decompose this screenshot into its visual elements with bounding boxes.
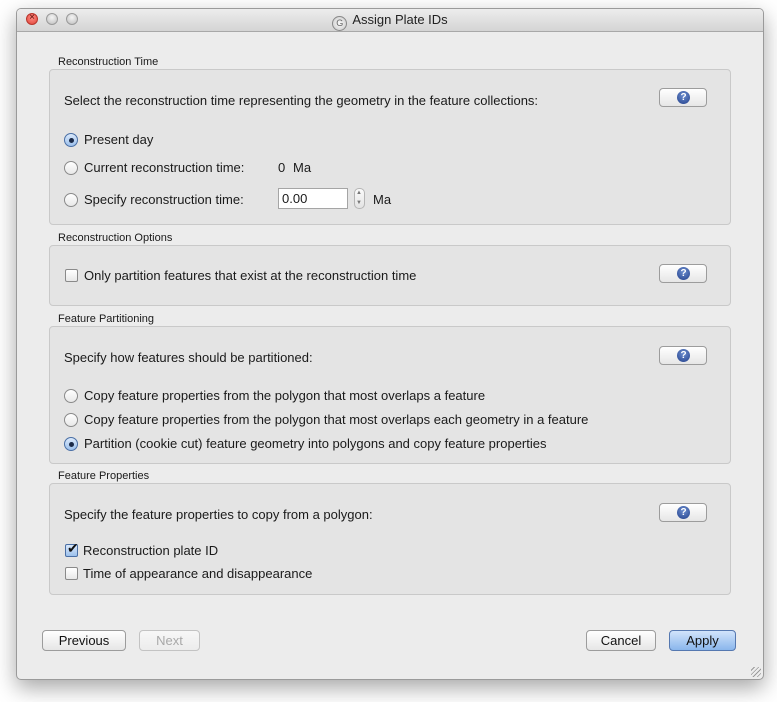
apply-button[interactable]: Apply bbox=[669, 630, 736, 651]
feature-properties-prompt: Specify the feature properties to copy f… bbox=[64, 507, 373, 522]
reconstruction-plate-id-label: Reconstruction plate ID bbox=[83, 543, 219, 558]
specify-reconstruction-time-unit: Ma bbox=[373, 192, 392, 207]
help-icon: ? bbox=[677, 506, 690, 519]
most-overlaps-feature-label: Copy feature properties from the polygon… bbox=[84, 388, 486, 403]
help-icon: ? bbox=[677, 349, 690, 362]
title-bar[interactable]: × G Assign Plate IDs bbox=[17, 9, 763, 32]
specify-reconstruction-time-radio[interactable] bbox=[64, 193, 78, 207]
feature-partitioning-prompt: Specify how features should be partition… bbox=[64, 350, 313, 365]
reconstruction-options-group: Only partition features that exist at th… bbox=[49, 245, 731, 306]
cancel-button[interactable]: Cancel bbox=[586, 630, 656, 651]
cookie-cut-radio[interactable] bbox=[64, 437, 78, 451]
cookie-cut-label: Partition (cookie cut) feature geometry … bbox=[84, 436, 547, 451]
feature-partitioning-help-button[interactable]: ? bbox=[659, 346, 707, 365]
next-button[interactable]: Next bbox=[139, 630, 200, 651]
specify-reconstruction-time-label: Specify reconstruction time: bbox=[84, 192, 244, 207]
feature-properties-help-button[interactable]: ? bbox=[659, 503, 707, 522]
reconstruction-options-label: Reconstruction Options bbox=[58, 232, 173, 244]
feature-properties-label: Feature Properties bbox=[58, 470, 150, 482]
reconstruction-time-group: Select the reconstruction time represent… bbox=[49, 69, 731, 225]
previous-button[interactable]: Previous bbox=[42, 630, 126, 651]
current-reconstruction-time-value: 0 bbox=[278, 160, 286, 175]
current-reconstruction-time-radio[interactable] bbox=[64, 161, 78, 175]
feature-partitioning-label: Feature Partitioning bbox=[58, 313, 154, 325]
most-overlaps-geometry-radio[interactable] bbox=[64, 413, 78, 427]
most-overlaps-feature-radio[interactable] bbox=[64, 389, 78, 403]
feature-partitioning-group: Specify how features should be partition… bbox=[49, 326, 731, 464]
time-of-appearance-checkbox[interactable] bbox=[65, 567, 78, 580]
current-reconstruction-time-label: Current reconstruction time: bbox=[84, 160, 245, 175]
feature-properties-group: Specify the feature properties to copy f… bbox=[49, 483, 731, 595]
stepper-down-icon: ▼ bbox=[356, 200, 362, 206]
reconstruction-time-stepper[interactable]: ▲ ▼ bbox=[354, 188, 365, 209]
exist-at-reconstruction-time-checkbox[interactable] bbox=[65, 269, 78, 282]
most-overlaps-geometry-label: Copy feature properties from the polygon… bbox=[84, 412, 589, 427]
app-icon: G bbox=[332, 16, 348, 31]
checkmark-icon: ✔ bbox=[67, 540, 79, 556]
reconstruction-options-help-button[interactable]: ? bbox=[659, 264, 707, 283]
reconstruction-time-input[interactable]: 0.00 bbox=[278, 188, 348, 209]
resize-grip-icon[interactable] bbox=[751, 667, 761, 677]
window-title: Assign Plate IDs bbox=[352, 12, 448, 27]
reconstruction-plate-id-checkbox[interactable]: ✔ bbox=[65, 540, 79, 557]
present-day-radio[interactable] bbox=[64, 133, 78, 147]
exist-at-reconstruction-time-label: Only partition features that exist at th… bbox=[84, 268, 417, 283]
reconstruction-time-help-button[interactable]: ? bbox=[659, 88, 707, 107]
reconstruction-time-label: Reconstruction Time bbox=[58, 56, 159, 68]
assign-plate-ids-dialog: × G Assign Plate IDs Reconstruction Time … bbox=[16, 8, 764, 680]
current-reconstruction-time-unit: Ma bbox=[293, 160, 312, 175]
reconstruction-time-prompt: Select the reconstruction time represent… bbox=[64, 93, 539, 108]
stepper-up-icon: ▲ bbox=[356, 190, 362, 196]
present-day-label: Present day bbox=[84, 132, 154, 147]
help-icon: ? bbox=[677, 91, 690, 104]
time-of-appearance-label: Time of appearance and disappearance bbox=[83, 566, 313, 581]
help-icon: ? bbox=[677, 267, 690, 280]
